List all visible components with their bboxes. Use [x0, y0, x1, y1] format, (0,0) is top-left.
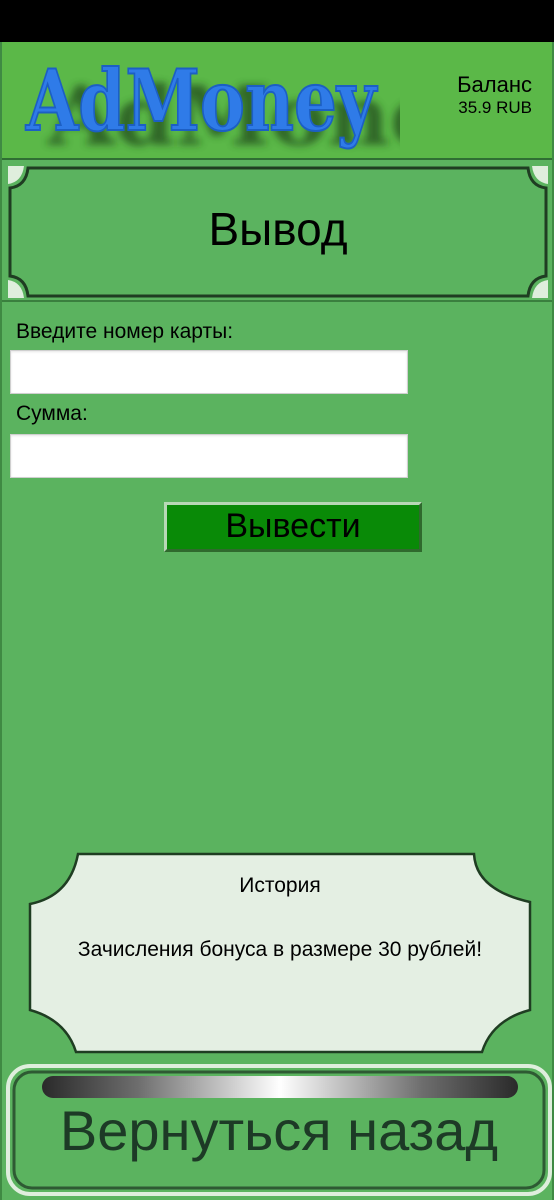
back-button[interactable]: Вернуться назад [6, 1064, 552, 1196]
card-number-input[interactable] [10, 350, 408, 394]
history-item: Зачисления бонуса в размере 30 рублей! [77, 938, 483, 961]
amount-input[interactable] [10, 434, 408, 478]
balance: Баланс 35.9 RUB [457, 72, 532, 118]
divider [2, 300, 552, 302]
status-bar [0, 0, 554, 42]
page-title: Вывод [208, 203, 348, 255]
balance-value: 35.9 RUB [458, 98, 532, 117]
history-title: История [239, 874, 321, 897]
back-button-label[interactable]: Вернуться назад [6, 1098, 552, 1163]
balance-title: Баланс [457, 72, 532, 97]
logo-text: AdMoney [25, 51, 378, 150]
history-panel: История Зачисления бонуса в размере 30 р… [24, 850, 536, 1056]
card-number-label: Введите номер карты: [16, 320, 234, 343]
app-screen: AdMoney AdMoney Баланс 35.9 RUB Вывод Вв… [0, 42, 554, 1200]
title-plate: Вывод [6, 164, 550, 300]
back-button-bar [42, 1076, 518, 1098]
logo: AdMoney AdMoney [20, 42, 497, 164]
header: AdMoney AdMoney Баланс 35.9 RUB [2, 42, 552, 164]
withdraw-button[interactable]: Вывести [164, 502, 422, 552]
amount-label: Сумма: [16, 402, 88, 425]
